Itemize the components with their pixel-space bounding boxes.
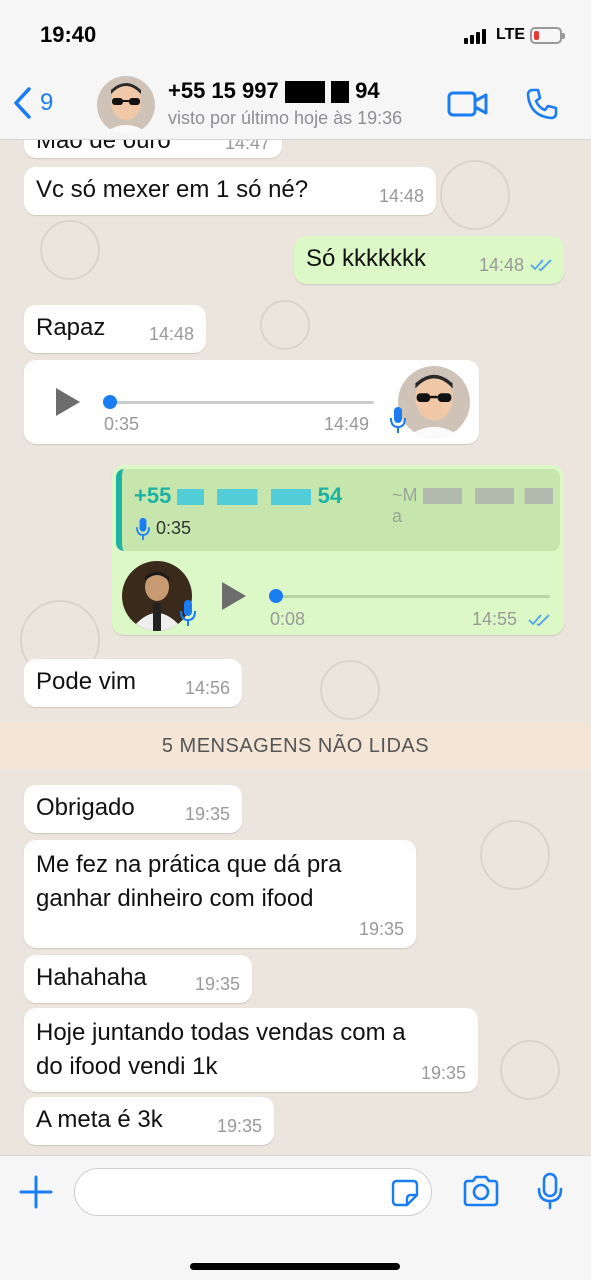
contact-avatar[interactable] (97, 76, 155, 134)
quoted-audio-duration: 0:35 (156, 518, 192, 538)
message-time: 19:35 (420, 1063, 466, 1083)
sticker-icon[interactable] (391, 1179, 419, 1207)
double-check-icon (528, 614, 550, 627)
microphone-icon (390, 407, 406, 433)
audio-progress-track[interactable] (108, 401, 374, 404)
message-incoming[interactable]: Mão de ouro 14:47 (24, 140, 282, 158)
message-incoming[interactable]: Obrigado 19:35 (24, 785, 242, 833)
message-time: 14:47 (224, 140, 270, 153)
quoted-sender-number: +55 54 (134, 483, 343, 508)
chat-area[interactable]: Mão de ouro 14:47 Vc só mexer em 1 só né… (0, 140, 591, 1155)
message-text-line: do ifood vendi 1k (36, 1053, 218, 1080)
microphone-icon (180, 600, 196, 626)
video-call-icon (447, 91, 488, 117)
battery-icon (530, 27, 565, 44)
redaction-bar (177, 489, 312, 506)
message-input[interactable] (74, 1168, 432, 1216)
audio-progress-handle[interactable] (269, 589, 283, 603)
voice-call-button[interactable] (520, 86, 564, 122)
status-bar: 19:40 LTE (0, 0, 591, 72)
message-time: 14:48 (478, 255, 524, 275)
message-time: 14:56 (184, 678, 230, 698)
wallpaper-doodle (440, 160, 510, 230)
wallpaper-doodle (260, 300, 310, 350)
message-incoming[interactable]: Rapaz 14:48 (24, 305, 206, 353)
message-text: Vc só mexer em 1 só né? (36, 176, 309, 203)
redaction-bar (284, 81, 325, 104)
quoted-sender-name: ~M a (392, 485, 560, 527)
message-incoming[interactable]: Vc só mexer em 1 só né? 14:48 (24, 167, 436, 215)
status-time: 19:40 (40, 22, 97, 47)
sender-avatar (398, 366, 470, 438)
audio-progress-handle[interactable] (103, 395, 117, 409)
unread-separator: 5 MENSAGENS NÃO LIDAS (0, 723, 591, 769)
audio-duration: 0:35 (104, 414, 140, 434)
wallpaper-doodle (480, 820, 550, 890)
message-incoming[interactable]: Pode vim 14:56 (24, 659, 242, 707)
message-incoming[interactable]: Me fez na prática que dá pra ganhar dinh… (24, 840, 416, 948)
quoted-message[interactable]: +55 54 ~M a 0:35 (116, 469, 560, 551)
wallpaper-doodle (320, 660, 380, 720)
message-incoming[interactable]: A meta é 3k 19:35 (24, 1097, 274, 1145)
message-incoming[interactable]: Hoje juntando todas vendas com a do ifoo… (24, 1008, 478, 1092)
message-time: 14:49 (324, 414, 370, 434)
microphone-icon (136, 517, 150, 541)
signal-icon (464, 28, 490, 44)
network-type: LTE (496, 26, 526, 43)
voice-message-incoming[interactable]: 0:35 14:49 (24, 360, 479, 444)
chat-header: 9 +55 15 997 94 visto por último hoje às… (0, 72, 591, 140)
message-time: 19:35 (216, 1116, 262, 1136)
back-chevron-icon (14, 87, 31, 119)
redaction-bar (422, 488, 553, 505)
phone-call-icon (526, 88, 558, 120)
audio-duration: 0:08 (270, 609, 306, 629)
message-time: 19:35 (358, 919, 404, 939)
microphone-icon[interactable] (536, 1172, 564, 1210)
message-input-bar (0, 1155, 591, 1280)
message-text-line: ganhar dinheiro com ifood (36, 885, 314, 912)
video-call-button[interactable] (446, 86, 490, 122)
message-incoming[interactable]: Hahahaha 19:35 (24, 955, 252, 1003)
message-time: 19:35 (184, 804, 230, 824)
message-time: 19:35 (194, 974, 240, 994)
wallpaper-doodle (500, 1040, 560, 1100)
audio-progress-track[interactable] (274, 595, 550, 598)
home-indicator[interactable] (190, 1263, 400, 1270)
plus-icon[interactable] (18, 1174, 54, 1210)
double-check-icon (530, 259, 552, 272)
contact-name[interactable]: +55 15 997 94 (168, 78, 380, 104)
message-text-line: Me fez na prática que dá pra (36, 851, 342, 878)
unread-chats-count: 9 (40, 89, 54, 116)
message-outgoing[interactable]: Só kkkkkkk 14:48 (294, 236, 564, 284)
message-time: 14:48 (148, 324, 194, 344)
back-button[interactable]: 9 (12, 86, 53, 120)
message-time: 14:48 (378, 186, 424, 206)
redaction-bar (330, 81, 349, 104)
camera-icon[interactable] (462, 1175, 500, 1207)
message-time: 14:55 (472, 609, 518, 629)
voice-message-outgoing[interactable]: +55 54 ~M a 0:35 0:08 14:55 (112, 465, 564, 635)
wallpaper-doodle (40, 220, 100, 280)
play-icon[interactable] (222, 582, 246, 610)
play-icon[interactable] (56, 388, 80, 416)
last-seen: visto por último hoje às 19:36 (168, 108, 403, 128)
message-text-line: Hoje juntando todas vendas com a (36, 1019, 406, 1046)
